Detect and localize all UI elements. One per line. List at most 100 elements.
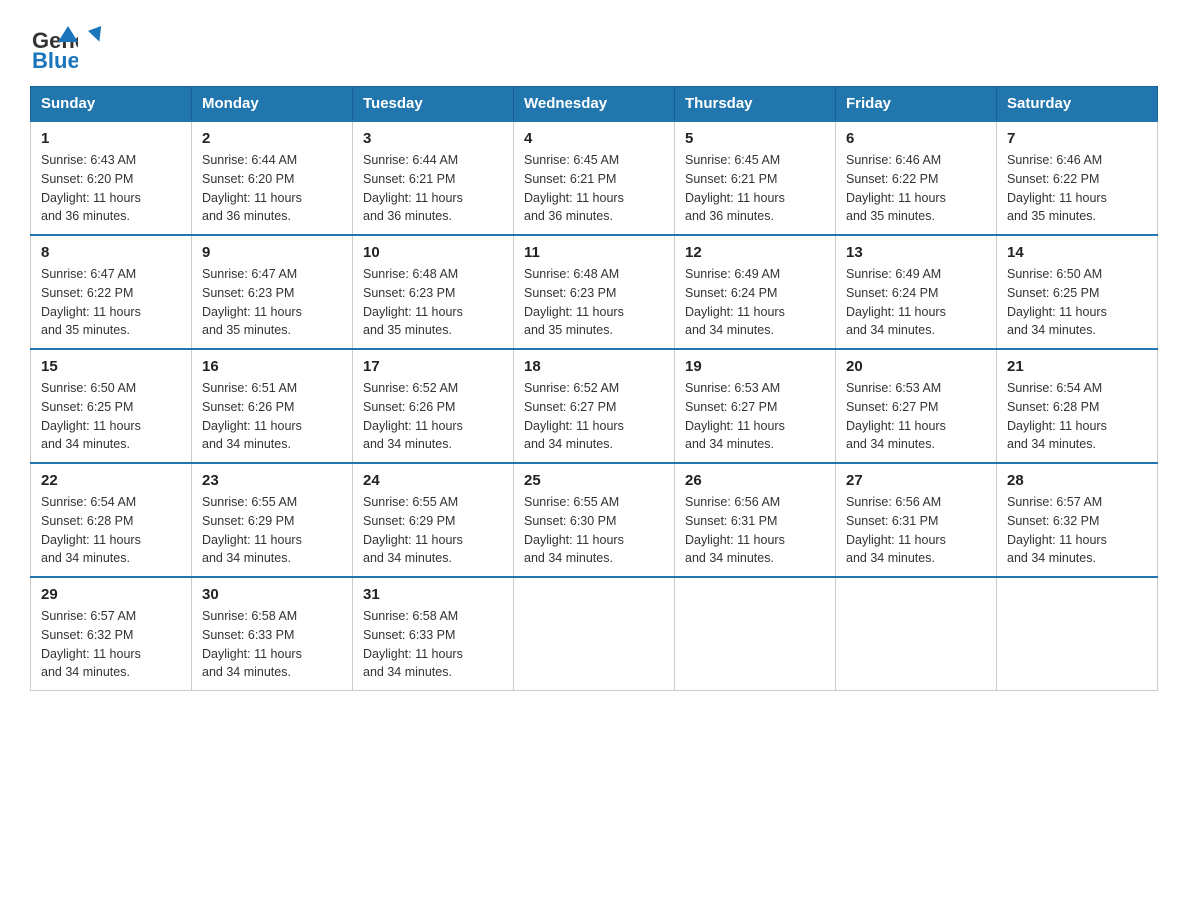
logo: General Blue [30,20,84,70]
weekday-header-saturday: Saturday [997,87,1158,122]
calendar-week-row: 8 Sunrise: 6:47 AM Sunset: 6:22 PM Dayli… [31,235,1158,349]
calendar-cell: 5 Sunrise: 6:45 AM Sunset: 6:21 PM Dayli… [675,121,836,235]
title-block [108,20,1158,24]
calendar-cell: 12 Sunrise: 6:49 AM Sunset: 6:24 PM Dayl… [675,235,836,349]
calendar-cell: 18 Sunrise: 6:52 AM Sunset: 6:27 PM Dayl… [514,349,675,463]
day-number: 21 [1007,358,1147,375]
weekday-header-sunday: Sunday [31,87,192,122]
day-info: Sunrise: 6:57 AM Sunset: 6:32 PM Dayligh… [41,607,181,682]
day-number: 4 [524,130,664,147]
day-info: Sunrise: 6:47 AM Sunset: 6:23 PM Dayligh… [202,265,342,340]
day-number: 19 [685,358,825,375]
day-number: 9 [202,244,342,261]
calendar-cell: 16 Sunrise: 6:51 AM Sunset: 6:26 PM Dayl… [192,349,353,463]
day-number: 5 [685,130,825,147]
day-info: Sunrise: 6:52 AM Sunset: 6:27 PM Dayligh… [524,379,664,454]
day-info: Sunrise: 6:50 AM Sunset: 6:25 PM Dayligh… [1007,265,1147,340]
calendar-cell: 14 Sunrise: 6:50 AM Sunset: 6:25 PM Dayl… [997,235,1158,349]
day-info: Sunrise: 6:46 AM Sunset: 6:22 PM Dayligh… [1007,151,1147,226]
calendar-cell: 13 Sunrise: 6:49 AM Sunset: 6:24 PM Dayl… [836,235,997,349]
day-number: 27 [846,472,986,489]
day-info: Sunrise: 6:48 AM Sunset: 6:23 PM Dayligh… [363,265,503,340]
day-number: 25 [524,472,664,489]
day-number: 1 [41,130,181,147]
day-info: Sunrise: 6:50 AM Sunset: 6:25 PM Dayligh… [41,379,181,454]
weekday-header-friday: Friday [836,87,997,122]
day-info: Sunrise: 6:53 AM Sunset: 6:27 PM Dayligh… [685,379,825,454]
day-number: 6 [846,130,986,147]
calendar-cell: 11 Sunrise: 6:48 AM Sunset: 6:23 PM Dayl… [514,235,675,349]
calendar-cell: 7 Sunrise: 6:46 AM Sunset: 6:22 PM Dayli… [997,121,1158,235]
day-info: Sunrise: 6:56 AM Sunset: 6:31 PM Dayligh… [846,493,986,568]
day-info: Sunrise: 6:58 AM Sunset: 6:33 PM Dayligh… [363,607,503,682]
calendar-cell: 28 Sunrise: 6:57 AM Sunset: 6:32 PM Dayl… [997,463,1158,577]
day-info: Sunrise: 6:52 AM Sunset: 6:26 PM Dayligh… [363,379,503,454]
calendar-cell: 8 Sunrise: 6:47 AM Sunset: 6:22 PM Dayli… [31,235,192,349]
calendar-cell [514,577,675,691]
day-info: Sunrise: 6:44 AM Sunset: 6:20 PM Dayligh… [202,151,342,226]
calendar-cell: 4 Sunrise: 6:45 AM Sunset: 6:21 PM Dayli… [514,121,675,235]
calendar-cell [997,577,1158,691]
calendar-week-row: 29 Sunrise: 6:57 AM Sunset: 6:32 PM Dayl… [31,577,1158,691]
day-number: 23 [202,472,342,489]
weekday-header-monday: Monday [192,87,353,122]
day-number: 12 [685,244,825,261]
day-number: 30 [202,586,342,603]
logo-triangle-icon [86,24,108,46]
calendar-cell: 3 Sunrise: 6:44 AM Sunset: 6:21 PM Dayli… [353,121,514,235]
day-number: 3 [363,130,503,147]
day-number: 22 [41,472,181,489]
weekday-header-tuesday: Tuesday [353,87,514,122]
calendar-cell: 27 Sunrise: 6:56 AM Sunset: 6:31 PM Dayl… [836,463,997,577]
day-info: Sunrise: 6:43 AM Sunset: 6:20 PM Dayligh… [41,151,181,226]
calendar-cell: 24 Sunrise: 6:55 AM Sunset: 6:29 PM Dayl… [353,463,514,577]
day-number: 13 [846,244,986,261]
day-info: Sunrise: 6:48 AM Sunset: 6:23 PM Dayligh… [524,265,664,340]
calendar-week-row: 22 Sunrise: 6:54 AM Sunset: 6:28 PM Dayl… [31,463,1158,577]
calendar-week-row: 15 Sunrise: 6:50 AM Sunset: 6:25 PM Dayl… [31,349,1158,463]
calendar-table: SundayMondayTuesdayWednesdayThursdayFrid… [30,86,1158,691]
calendar-cell: 17 Sunrise: 6:52 AM Sunset: 6:26 PM Dayl… [353,349,514,463]
day-info: Sunrise: 6:58 AM Sunset: 6:33 PM Dayligh… [202,607,342,682]
day-number: 29 [41,586,181,603]
logo-icon: General Blue [30,22,78,70]
day-number: 11 [524,244,664,261]
day-number: 8 [41,244,181,261]
calendar-cell: 21 Sunrise: 6:54 AM Sunset: 6:28 PM Dayl… [997,349,1158,463]
calendar-cell: 22 Sunrise: 6:54 AM Sunset: 6:28 PM Dayl… [31,463,192,577]
day-number: 10 [363,244,503,261]
calendar-cell: 25 Sunrise: 6:55 AM Sunset: 6:30 PM Dayl… [514,463,675,577]
day-info: Sunrise: 6:46 AM Sunset: 6:22 PM Dayligh… [846,151,986,226]
day-info: Sunrise: 6:49 AM Sunset: 6:24 PM Dayligh… [846,265,986,340]
calendar-cell: 29 Sunrise: 6:57 AM Sunset: 6:32 PM Dayl… [31,577,192,691]
day-number: 28 [1007,472,1147,489]
day-number: 18 [524,358,664,375]
calendar-cell: 26 Sunrise: 6:56 AM Sunset: 6:31 PM Dayl… [675,463,836,577]
day-info: Sunrise: 6:51 AM Sunset: 6:26 PM Dayligh… [202,379,342,454]
day-number: 2 [202,130,342,147]
calendar-cell [675,577,836,691]
day-number: 17 [363,358,503,375]
calendar-cell: 31 Sunrise: 6:58 AM Sunset: 6:33 PM Dayl… [353,577,514,691]
day-info: Sunrise: 6:45 AM Sunset: 6:21 PM Dayligh… [524,151,664,226]
calendar-cell: 30 Sunrise: 6:58 AM Sunset: 6:33 PM Dayl… [192,577,353,691]
day-number: 16 [202,358,342,375]
page-header: General Blue [30,20,1158,70]
day-info: Sunrise: 6:54 AM Sunset: 6:28 PM Dayligh… [1007,379,1147,454]
day-info: Sunrise: 6:45 AM Sunset: 6:21 PM Dayligh… [685,151,825,226]
weekday-header-wednesday: Wednesday [514,87,675,122]
calendar-cell: 23 Sunrise: 6:55 AM Sunset: 6:29 PM Dayl… [192,463,353,577]
day-info: Sunrise: 6:56 AM Sunset: 6:31 PM Dayligh… [685,493,825,568]
weekday-header-thursday: Thursday [675,87,836,122]
calendar-cell: 1 Sunrise: 6:43 AM Sunset: 6:20 PM Dayli… [31,121,192,235]
calendar-week-row: 1 Sunrise: 6:43 AM Sunset: 6:20 PM Dayli… [31,121,1158,235]
day-number: 7 [1007,130,1147,147]
day-number: 24 [363,472,503,489]
day-info: Sunrise: 6:53 AM Sunset: 6:27 PM Dayligh… [846,379,986,454]
day-number: 20 [846,358,986,375]
day-info: Sunrise: 6:49 AM Sunset: 6:24 PM Dayligh… [685,265,825,340]
day-info: Sunrise: 6:47 AM Sunset: 6:22 PM Dayligh… [41,265,181,340]
day-info: Sunrise: 6:55 AM Sunset: 6:29 PM Dayligh… [202,493,342,568]
day-number: 15 [41,358,181,375]
calendar-cell [836,577,997,691]
